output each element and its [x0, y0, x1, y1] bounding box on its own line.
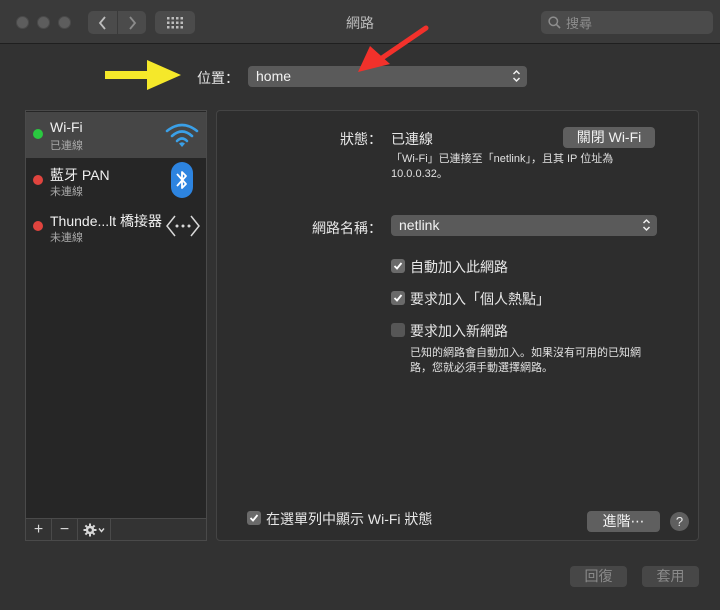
- service-name: 藍牙 PAN: [50, 167, 110, 183]
- status-dot-connected: [33, 129, 43, 139]
- ask-new-networks-description: 已知的網路會自動加入。如果沒有可用的已知網路，您就必須手動選擇網路。: [410, 347, 641, 374]
- add-service-button[interactable]: +: [26, 519, 52, 540]
- network-name-value: netlink: [399, 217, 440, 233]
- show-wifi-in-menubar-label: 在選單列中顯示 Wi-Fi 狀態: [266, 511, 433, 527]
- advanced-button[interactable]: 進階⋯: [587, 511, 660, 532]
- ask-hotspots-label: 要求加入「個人熱點」: [410, 291, 550, 307]
- remove-service-button[interactable]: −: [52, 519, 78, 540]
- status-label: 狀態：: [340, 131, 382, 147]
- ask-new-networks-label: 要求加入新網路: [410, 323, 508, 339]
- help-button[interactable]: ?: [670, 512, 689, 531]
- red-arrow-annotation: [358, 25, 429, 72]
- service-name: Wi-Fi: [50, 119, 83, 135]
- service-detail-panel: 狀態： 已連線 關閉 Wi-Fi 「Wi-Fi」已連接至「netlink」，且其…: [216, 110, 699, 541]
- network-name-popup[interactable]: netlink: [391, 215, 657, 236]
- apply-button[interactable]: 套用: [642, 566, 699, 587]
- gear-icon: [83, 523, 105, 536]
- auto-join-label: 自動加入此網路: [410, 259, 508, 275]
- updown-chevron-icon: [642, 218, 651, 232]
- search-placeholder: 搜尋: [566, 16, 593, 31]
- checkmark-icon: [393, 294, 403, 302]
- network-preferences-window: 網路 搜尋 位置： home Wi-Fi 已連線 藍牙 PAN 未連線 Thun…: [0, 0, 720, 610]
- location-label: 位置：: [197, 70, 239, 86]
- yellow-arrow-annotation: [105, 60, 181, 90]
- location-value: home: [256, 68, 292, 84]
- turn-off-wifi-button[interactable]: 關閉 Wi-Fi: [563, 127, 655, 148]
- status-dot-disconnected: [33, 221, 43, 231]
- auto-join-checkbox[interactable]: [391, 259, 405, 273]
- service-item-wifi[interactable]: Wi-Fi 已連線: [26, 112, 206, 158]
- ask-new-networks-checkbox[interactable]: [391, 323, 405, 337]
- updown-chevron-icon: [512, 69, 521, 83]
- service-status: 未連線: [50, 232, 83, 244]
- search-field[interactable]: 搜尋: [541, 11, 713, 34]
- service-actions-button[interactable]: [78, 519, 111, 540]
- service-item-bluetooth-pan[interactable]: 藍牙 PAN 未連線: [26, 158, 206, 204]
- checkmark-icon: [393, 262, 403, 270]
- ask-hotspots-checkbox[interactable]: [391, 291, 405, 305]
- checkmark-icon: [249, 514, 259, 522]
- status-description: 「Wi-Fi」已連接至「netlink」，且其 IP 位址為 10.0.0.32…: [391, 153, 614, 180]
- thunderbolt-bridge-icon: [166, 215, 200, 237]
- service-status: 未連線: [50, 186, 83, 198]
- service-name: Thunde...lt 橋接器: [50, 213, 163, 229]
- service-list-footer: + −: [26, 518, 206, 540]
- service-status: 已連線: [50, 140, 83, 152]
- network-name-label: 網路名稱：: [312, 220, 382, 236]
- search-icon: [548, 16, 561, 29]
- status-value: 已連線: [391, 131, 433, 147]
- bluetooth-icon: [171, 162, 193, 198]
- service-list: Wi-Fi 已連線 藍牙 PAN 未連線 Thunde...lt 橋接器 未連線…: [25, 110, 207, 541]
- show-wifi-in-menubar-checkbox[interactable]: [247, 511, 261, 525]
- status-dot-disconnected: [33, 175, 43, 185]
- revert-button[interactable]: 回復: [570, 566, 627, 587]
- service-item-thunderbolt-bridge[interactable]: Thunde...lt 橋接器 未連線: [26, 204, 206, 250]
- wifi-icon: [165, 123, 199, 147]
